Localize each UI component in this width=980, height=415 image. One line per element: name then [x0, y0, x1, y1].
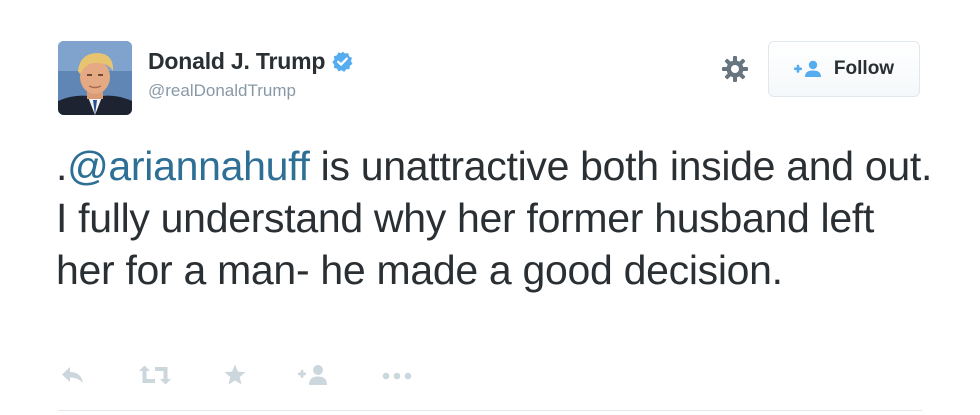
reply-icon	[60, 364, 86, 391]
avatar[interactable]	[58, 41, 132, 115]
verified-badge-icon	[331, 50, 354, 73]
gear-icon[interactable]	[720, 54, 750, 84]
tweet-text: .@ariannahuff is unattractive both insid…	[56, 140, 936, 296]
retweet-button[interactable]	[138, 363, 172, 391]
mention-link[interactable]: @ariannahuff	[67, 143, 310, 189]
retweet-icon	[138, 364, 172, 391]
more-icon	[382, 368, 412, 386]
tweet-actions	[60, 363, 460, 391]
add-user-icon	[298, 364, 330, 391]
tweet-card: Donald J. Trump @realDonaldTrump Follow …	[0, 0, 980, 415]
add-user-icon	[793, 60, 824, 78]
display-name-row: Donald J. Trump	[148, 50, 354, 73]
more-button[interactable]	[382, 363, 412, 391]
divider	[58, 410, 922, 411]
user-handle[interactable]: @realDonaldTrump	[148, 82, 354, 99]
tweet-prefix: .	[56, 143, 68, 189]
user-info: Donald J. Trump @realDonaldTrump	[148, 50, 354, 99]
star-icon	[223, 363, 247, 392]
favorite-button[interactable]	[223, 363, 247, 391]
display-name[interactable]: Donald J. Trump	[148, 50, 325, 73]
reply-button[interactable]	[60, 363, 86, 391]
follow-button[interactable]: Follow	[768, 41, 920, 97]
follow-action-button[interactable]	[298, 363, 330, 391]
follow-label: Follow	[833, 58, 895, 79]
